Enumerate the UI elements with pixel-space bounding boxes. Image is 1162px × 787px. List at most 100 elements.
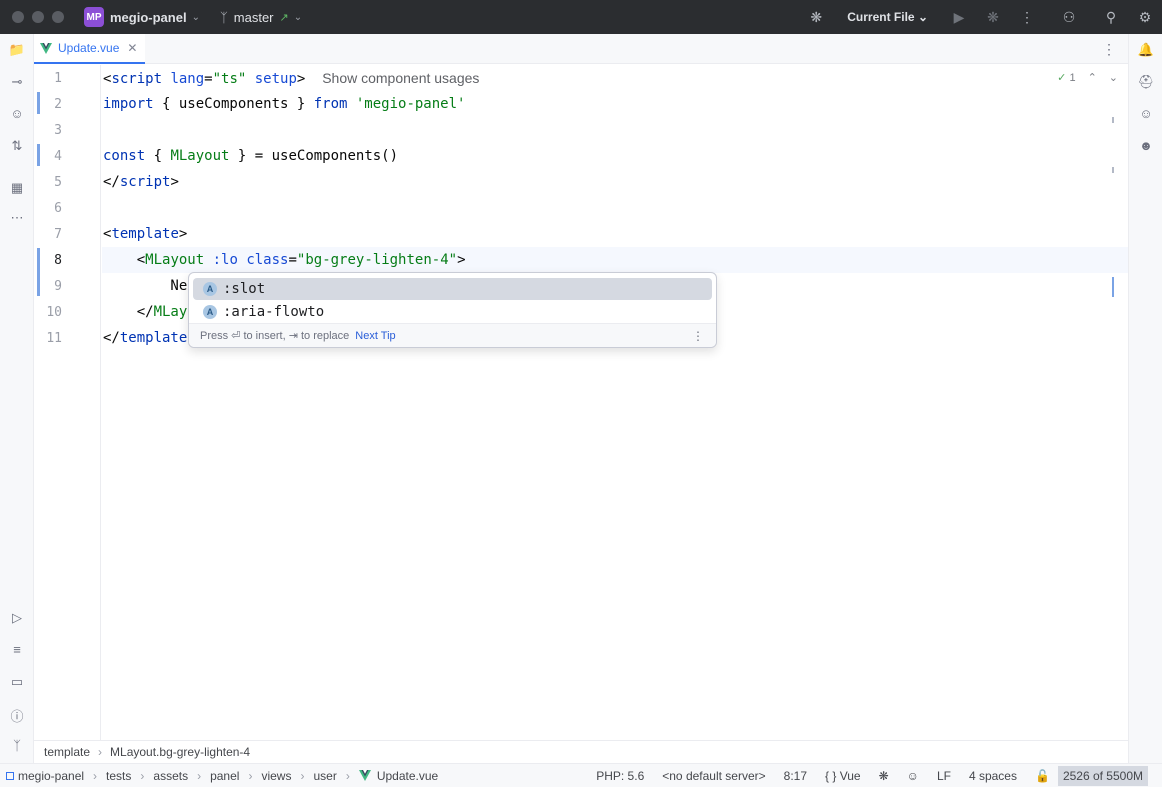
line-number: 7 [54,227,62,242]
line-number: 1 [54,71,62,86]
line-ending[interactable]: LF [937,769,951,783]
project-badge[interactable]: MP [84,7,104,27]
language-selector[interactable]: { } Vue [825,769,861,783]
project-name[interactable]: megio-panel [110,10,187,25]
path-item[interactable]: views [261,769,291,783]
code-editor[interactable]: 1 2 3 4 5 6 7 8 9 10 11 <script lang="ts… [34,65,1128,740]
commit-icon[interactable]: ⊸ [0,74,34,90]
todo-icon[interactable]: ≡ [0,642,34,657]
copilot-icon[interactable]: ☺ [0,106,34,121]
vcs-change-marker[interactable] [37,92,40,114]
completion-footer: Press ⏎ to insert, ⇥ to replace Next Tip… [189,323,716,347]
chevron-right-icon: › [345,768,350,783]
breadcrumb-item[interactable]: template [44,745,90,759]
chevron-down-icon[interactable]: ⌄ [1109,71,1118,84]
completion-label: :aria-flowto [223,304,325,320]
scrollbar-marker[interactable] [1112,117,1114,123]
close-icon[interactable]: ✕ [127,41,137,55]
vue-file-icon [358,770,371,781]
notifications-icon[interactable]: 🔔 [1129,42,1162,58]
server-selector[interactable]: <no default server> [662,769,765,783]
chevron-down-icon[interactable]: ⌄ [192,12,200,23]
ai-assistant-icon[interactable]: ☻ [1129,138,1162,153]
breadcrumb-item[interactable]: MLayout.bg-grey-lighten-4 [110,745,250,759]
code-line-8: <MLayout :lo class="bg-grey-lighten-4"> [103,252,466,268]
database-icon[interactable]: ⛑ [1129,74,1162,90]
code-line-4: const { MLayout } = useComponents() [103,148,399,164]
navigation-path: megio-panel › tests › assets › panel › v… [6,769,438,783]
stop-debug-icon[interactable]: ❋ [976,9,1010,26]
editor-tab-bar: Update.vue ✕ ⋮ [34,34,1128,64]
branch-name[interactable]: master [234,10,274,25]
memory-indicator[interactable]: 2526 of 5500M [1057,766,1148,786]
more-vertical-icon[interactable]: ⋮ [1102,41,1116,58]
vcs-change-marker[interactable] [37,248,40,296]
run-config-label: Current File [847,10,915,24]
inspection-widget[interactable]: ✓ 1 ⌃ ⌄ [1057,71,1118,84]
search-icon[interactable]: ⚲ [1094,9,1128,26]
debug-icon[interactable]: ❋ [799,9,833,26]
more-icon[interactable]: ⋯ [0,210,34,226]
scrollbar-marker[interactable] [1112,277,1114,297]
code-line-9: Ne [103,278,188,294]
tab-label: Update.vue [58,41,120,55]
more-vertical-icon[interactable]: ⋮ [692,329,704,343]
window-zoom-icon[interactable] [52,11,64,23]
vcs-change-marker[interactable] [37,144,40,166]
push-arrow-icon: ↗ [279,11,289,24]
window-minimize-icon[interactable] [32,11,44,23]
line-number-gutter[interactable]: 1 2 3 4 5 6 7 8 9 10 11 [34,65,101,740]
pull-request-icon[interactable]: ⇅ [0,138,34,154]
services-icon[interactable]: ▷ [0,610,34,626]
path-item[interactable]: tests [106,769,131,783]
path-item[interactable]: user [313,769,336,783]
indent-setting[interactable]: 4 spaces [969,769,1017,783]
line-number: 4 [54,149,62,164]
code-line-5: </script> [103,174,179,190]
add-user-icon[interactable]: ⚇ [1044,9,1094,26]
path-item[interactable]: assets [153,769,188,783]
path-item[interactable]: megio-panel [18,769,84,783]
settings-icon[interactable]: ⚙ [1128,9,1162,26]
path-item[interactable]: panel [210,769,239,783]
completion-popup: A :slot A :aria-flowto Press ⏎ to insert… [188,272,717,348]
path-item[interactable]: Update.vue [377,769,438,783]
php-version[interactable]: PHP: 5.6 [596,769,644,783]
scrollbar-marker[interactable] [1112,167,1114,173]
chevron-right-icon: › [248,768,253,783]
line-number: 9 [54,279,62,294]
run-icon[interactable]: ▶ [942,9,976,26]
structure-icon[interactable]: ▦ [0,180,34,196]
chevron-up-icon[interactable]: ⌃ [1088,71,1097,84]
debug-disabled-icon[interactable]: ❋ [879,769,889,783]
code-line-11: </template [103,330,188,346]
completion-hint-text: Press ⏎ to insert, ⇥ to replace [200,330,350,342]
window-close-icon[interactable] [12,11,24,23]
line-number: 2 [54,97,62,112]
code-line-7: <template> [103,226,188,242]
next-tip-link[interactable]: Next Tip [355,330,395,342]
project-icon [6,771,14,780]
chevron-right-icon: › [140,768,145,783]
breadcrumb: template › MLayout.bg-grey-lighten-4 [34,740,1128,763]
completion-item[interactable]: A :slot [193,278,712,300]
completion-item[interactable]: A :aria-flowto [193,301,712,323]
problems-icon[interactable]: ⓘ [0,706,34,725]
code-line-1: <script lang="ts" setup> Show component … [103,70,480,87]
tab-update-vue[interactable]: Update.vue ✕ [34,34,146,64]
completion-label: :slot [223,281,266,297]
caret-position[interactable]: 8:17 [784,769,807,783]
git-icon[interactable]: ᛉ [0,738,34,753]
copilot-chat-icon[interactable]: ☺ [1129,106,1162,121]
lock-icon[interactable]: 🔓 [1035,769,1050,783]
terminal-icon[interactable]: ▭ [0,674,34,690]
project-icon[interactable]: 📁 [0,42,34,58]
more-vertical-icon[interactable]: ⋮ [1010,9,1044,26]
git-branch-icon: ᛉ [219,9,228,25]
chevron-down-icon[interactable]: ⌄ [294,12,302,23]
code-line-10: </MLay [103,304,188,320]
copilot-status-icon[interactable]: ☺ [907,769,919,783]
chevron-right-icon: › [93,768,98,783]
component-usages-hint[interactable]: Show component usages [322,70,479,86]
run-config-selector[interactable]: Current File ⌄ [847,10,928,24]
